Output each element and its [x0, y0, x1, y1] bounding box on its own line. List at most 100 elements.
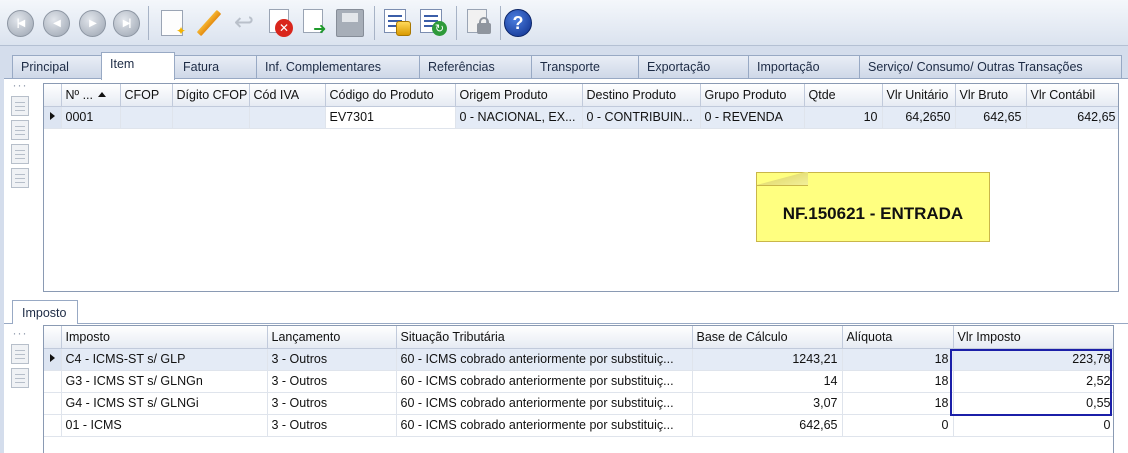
save-button[interactable] [334, 6, 366, 40]
column-header-situacao-tributaria[interactable]: Situação Tributária [396, 326, 693, 349]
column-header-origem-produto[interactable]: Origem Produto [455, 84, 583, 107]
cell-digito-cfop[interactable] [172, 106, 250, 129]
column-header-grupo-produto[interactable]: Grupo Produto [700, 84, 805, 107]
column-header-lancamento[interactable]: Lançamento [267, 326, 397, 349]
column-header-cod-iva[interactable]: Cód IVA [249, 84, 326, 107]
new-button[interactable] [156, 6, 188, 40]
add-row-icon[interactable] [11, 344, 29, 364]
tab-servico-consumo[interactable]: Serviço/ Consumo/ Outras Transações [859, 55, 1122, 79]
cell-imposto[interactable]: G4 - ICMS ST s/ GLNGi [61, 392, 268, 415]
delete-row-icon[interactable] [11, 168, 29, 188]
table-row[interactable]: 0001 EV7301 0 - NACIONAL, EX... 0 - CONT… [44, 106, 1118, 129]
delete-button[interactable]: ✕ [264, 6, 296, 40]
tab-exportacao[interactable]: Exportação [638, 55, 749, 79]
calculate-button[interactable] [382, 6, 414, 40]
cell-vlr-imposto[interactable]: 0,55 [953, 392, 1113, 415]
cell-aliquota[interactable]: 18 [842, 348, 954, 371]
cell-qtde[interactable]: 10 [804, 106, 883, 129]
delete-row-icon[interactable] [11, 368, 29, 388]
column-header-digito-cfop[interactable]: Dígito CFOP [172, 84, 250, 107]
previous-record-button[interactable]: ◀ [40, 6, 72, 40]
cell-vlr-imposto[interactable]: 0 [953, 414, 1113, 437]
cell-base-calculo[interactable]: 14 [692, 370, 843, 393]
tab-label: Referências [428, 60, 495, 74]
column-header-numero[interactable]: Nº ... [61, 84, 121, 107]
help-button[interactable]: ? [502, 6, 534, 40]
cell-situacao-tributaria[interactable]: 60 - ICMS cobrado anteriormente por subs… [396, 370, 693, 393]
cell-imposto[interactable]: 01 - ICMS [61, 414, 268, 437]
cell-codigo-produto[interactable]: EV7301 [325, 106, 456, 129]
column-header-destino-produto[interactable]: Destino Produto [582, 84, 701, 107]
tab-principal[interactable]: Principal [12, 55, 102, 79]
last-record-button[interactable]: ▶| [110, 6, 142, 40]
undo-button[interactable]: ↩ [228, 6, 260, 40]
cell-vlr-imposto[interactable]: 223,78 [953, 348, 1113, 371]
add-row-icon[interactable] [11, 96, 29, 116]
tab-inf-complementares[interactable]: Inf. Complementares [256, 55, 420, 79]
cell-vlr-imposto[interactable]: 2,52 [953, 370, 1113, 393]
cell-cfop[interactable] [120, 106, 173, 129]
cell-lancamento[interactable]: 3 - Outros [267, 392, 397, 415]
lock-button[interactable] [464, 6, 496, 40]
tab-referencias[interactable]: Referências [419, 55, 532, 79]
cell-situacao-tributaria[interactable]: 60 - ICMS cobrado anteriormente por subs… [396, 348, 693, 371]
cell-destino-produto[interactable]: 0 - CONTRIBUIN... [582, 106, 701, 129]
cell-cod-iva[interactable] [249, 106, 326, 129]
cell-grupo-produto[interactable]: 0 - REVENDA [700, 106, 805, 129]
column-header-vlr-contabil[interactable]: Vlr Contábil [1026, 84, 1118, 107]
edit-row-icon[interactable] [11, 120, 29, 140]
first-record-button[interactable]: |◀ [4, 6, 36, 40]
column-header-qtde[interactable]: Qtde [804, 84, 883, 107]
cell-situacao-tributaria[interactable]: 60 - ICMS cobrado anteriormente por subs… [396, 392, 693, 415]
cell-vlr-contabil[interactable]: 642,65 [1026, 106, 1118, 129]
column-header-vlr-bruto[interactable]: Vlr Bruto [955, 84, 1027, 107]
column-header-codigo-produto[interactable]: Código do Produto [325, 84, 456, 107]
cell-lancamento[interactable]: 3 - Outros [267, 414, 397, 437]
table-row[interactable]: 01 - ICMS 3 - Outros 60 - ICMS cobrado a… [44, 414, 1113, 437]
column-header-imposto[interactable]: Imposto [61, 326, 268, 349]
cell-aliquota[interactable]: 0 [842, 414, 954, 437]
column-header-vlr-unitario[interactable]: Vlr Unitário [882, 84, 956, 107]
tab-label: Serviço/ Consumo/ Outras Transações [868, 60, 1083, 74]
cell-situacao-tributaria[interactable]: 60 - ICMS cobrado anteriormente por subs… [396, 414, 693, 437]
sub-tab-divider [4, 323, 1128, 324]
cell-vlr-unitario[interactable]: 64,2650 [882, 106, 956, 129]
table-row[interactable]: G4 - ICMS ST s/ GLNGi 3 - Outros 60 - IC… [44, 392, 1113, 415]
confirm-button[interactable]: ➜ [298, 6, 330, 40]
refresh-button[interactable]: ↻ [418, 6, 450, 40]
column-header-aliquota[interactable]: Alíquota [842, 326, 954, 349]
row-indicator-header [44, 326, 62, 349]
cell-vlr-bruto[interactable]: 642,65 [955, 106, 1027, 129]
more-icon[interactable]: ··· [6, 327, 34, 340]
tab-transporte[interactable]: Transporte [531, 55, 639, 79]
cell-origem-produto[interactable]: 0 - NACIONAL, EX... [455, 106, 583, 129]
cell-aliquota[interactable]: 18 [842, 392, 954, 415]
table-row[interactable]: C4 - ICMS-ST s/ GLP 3 - Outros 60 - ICMS… [44, 348, 1113, 371]
tab-item[interactable]: Item [101, 52, 175, 80]
tab-importacao[interactable]: Importação [748, 55, 860, 79]
cell-base-calculo[interactable]: 1243,21 [692, 348, 843, 371]
column-header-cfop[interactable]: CFOP [120, 84, 173, 107]
row-indicator [44, 392, 62, 415]
tax-header-row: Imposto Lançamento Situação Tributária B… [44, 326, 1113, 349]
copy-row-icon[interactable] [11, 144, 29, 164]
edit-button[interactable] [192, 6, 224, 40]
cell-imposto[interactable]: G3 - ICMS ST s/ GLNGn [61, 370, 268, 393]
refresh-document-icon: ↻ [420, 9, 448, 37]
cell-base-calculo[interactable]: 3,07 [692, 392, 843, 415]
more-icon[interactable]: ··· [6, 79, 34, 92]
tab-fatura[interactable]: Fatura [174, 55, 266, 79]
help-icon: ? [504, 9, 532, 37]
column-header-base-calculo[interactable]: Base de Cálculo [692, 326, 843, 349]
table-row[interactable]: G3 - ICMS ST s/ GLNGn 3 - Outros 60 - IC… [44, 370, 1113, 393]
item-side-toolbar: ··· [6, 79, 34, 188]
cell-aliquota[interactable]: 18 [842, 370, 954, 393]
next-record-button[interactable]: ▶ [76, 6, 108, 40]
cell-lancamento[interactable]: 3 - Outros [267, 370, 397, 393]
cell-lancamento[interactable]: 3 - Outros [267, 348, 397, 371]
cell-imposto[interactable]: C4 - ICMS-ST s/ GLP [61, 348, 268, 371]
tab-imposto[interactable]: Imposto [12, 300, 78, 324]
cell-numero[interactable]: 0001 [61, 106, 121, 129]
column-header-vlr-imposto[interactable]: Vlr Imposto [953, 326, 1113, 349]
cell-base-calculo[interactable]: 642,65 [692, 414, 843, 437]
